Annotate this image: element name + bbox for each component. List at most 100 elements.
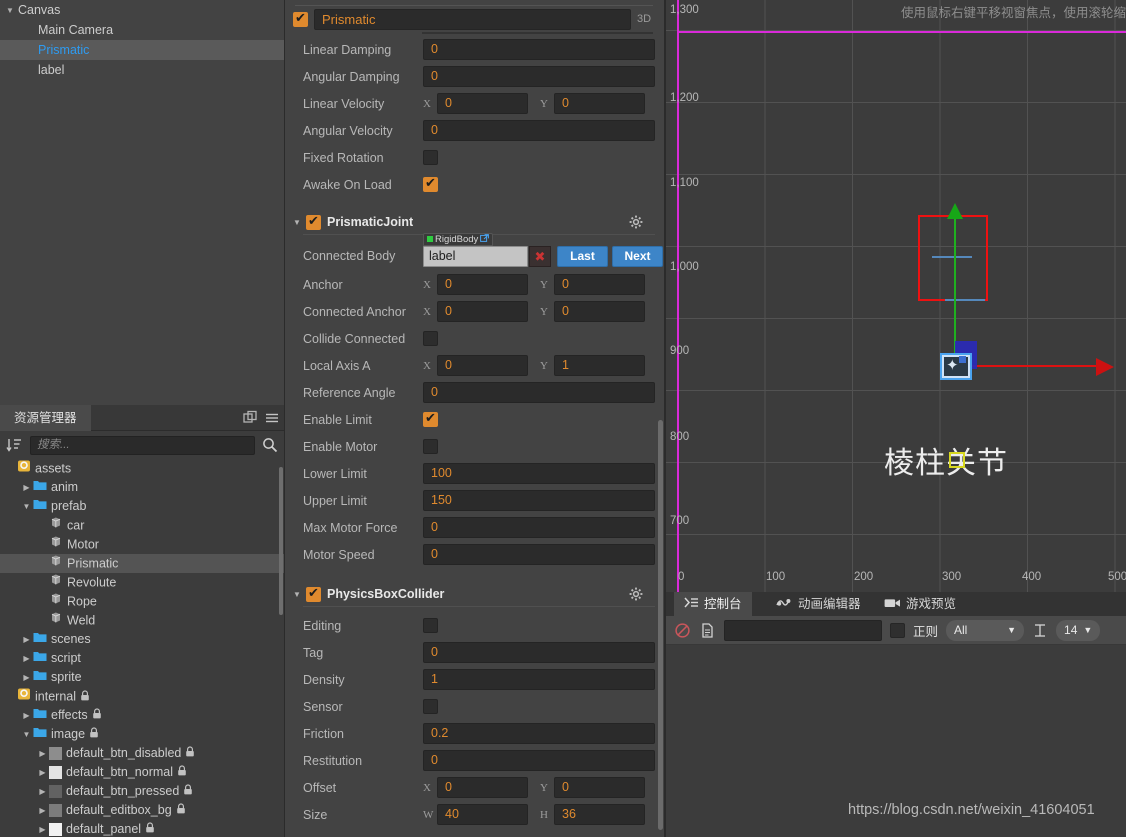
- asset-item[interactable]: ▶ default_editbox_bg: [0, 801, 285, 820]
- tab-camera[interactable]: 游戏预览: [874, 592, 966, 616]
- property-value-input-y[interactable]: 1: [554, 355, 645, 376]
- gear-icon[interactable]: [629, 587, 643, 604]
- property-value-input[interactable]: 1: [423, 669, 655, 690]
- property-value-input[interactable]: 0: [423, 750, 655, 771]
- tree-arrow-icon[interactable]: ▶: [36, 801, 49, 820]
- property-checkbox[interactable]: [423, 618, 438, 633]
- tree-arrow-icon[interactable]: ▶: [36, 763, 49, 782]
- file-icon[interactable]: [699, 622, 716, 639]
- tree-arrow-icon[interactable]: ▼: [20, 497, 33, 516]
- tab-assets-manager[interactable]: 资源管理器: [0, 405, 91, 431]
- hierarchy-item-canvas[interactable]: ▼ Canvas: [0, 0, 285, 20]
- property-checkbox[interactable]: [423, 410, 438, 427]
- node-enabled-checkbox[interactable]: [293, 10, 308, 27]
- tree-arrow-icon[interactable]: ▶: [36, 820, 49, 837]
- tree-arrow-icon[interactable]: ▶: [20, 630, 33, 649]
- asset-item[interactable]: ▶ Weld: [0, 611, 285, 630]
- property-value-input-x[interactable]: 0: [437, 355, 528, 376]
- tree-arrow-icon[interactable]: ▶: [36, 744, 49, 763]
- property-value-input[interactable]: 0: [423, 382, 655, 403]
- property-checkbox[interactable]: [423, 150, 438, 165]
- hierarchy-item-main-camera[interactable]: Main Camera: [0, 20, 285, 40]
- property-value-input[interactable]: 0: [423, 517, 655, 538]
- y-axis-arrow-icon[interactable]: [947, 203, 963, 219]
- property-value-input[interactable]: 0: [423, 120, 655, 141]
- asset-item[interactable]: ▶ scenes: [0, 630, 285, 649]
- hierarchy-item-prismatic[interactable]: Prismatic: [0, 40, 285, 60]
- property-value-input[interactable]: 0: [423, 642, 655, 663]
- console-filter-input[interactable]: [724, 619, 882, 641]
- property-value-input-y[interactable]: 0: [554, 301, 645, 322]
- asset-item[interactable]: ▶ default_panel: [0, 820, 285, 837]
- asset-item[interactable]: ▼ prefab: [0, 497, 285, 516]
- tree-arrow-icon[interactable]: ▼: [20, 725, 33, 744]
- assets-search-input[interactable]: 搜索...: [30, 435, 255, 455]
- property-value-input[interactable]: 150: [423, 490, 655, 511]
- regex-checkbox[interactable]: [890, 622, 905, 638]
- hierarchy-item-label[interactable]: label: [0, 60, 285, 80]
- tree-arrow-icon[interactable]: ▶: [36, 782, 49, 801]
- log-level-select[interactable]: All ▼: [946, 619, 1025, 641]
- property-checkbox[interactable]: [423, 439, 438, 454]
- tab-console[interactable]: 控制台: [674, 592, 752, 616]
- connected-body-next-button[interactable]: Next: [612, 245, 663, 267]
- connected-body-input[interactable]: label: [423, 245, 528, 267]
- asset-item[interactable]: ▶ anim: [0, 478, 285, 497]
- component-header-physics-box-collider[interactable]: ▼ PhysicsBoxCollider: [285, 582, 665, 606]
- asset-item[interactable]: ▶ default_btn_disabled: [0, 744, 285, 763]
- external-link-icon[interactable]: [480, 234, 490, 245]
- property-value-input-x[interactable]: 0: [437, 274, 528, 295]
- chevron-down-icon[interactable]: ▼: [293, 590, 306, 599]
- property-value-input-y[interactable]: 0: [554, 93, 645, 114]
- property-checkbox[interactable]: [423, 175, 438, 192]
- component-header-prismatic-joint[interactable]: ▼ PrismaticJoint: [285, 210, 665, 234]
- inspector-scrollbar[interactable]: [658, 420, 663, 830]
- connected-body-clear-button[interactable]: ✖: [529, 245, 551, 267]
- asset-item[interactable]: ▼ image: [0, 725, 285, 744]
- connected-body-last-button[interactable]: Last: [557, 245, 608, 267]
- x-axis-arrow-icon[interactable]: [1096, 358, 1114, 376]
- sort-icon[interactable]: [6, 436, 24, 454]
- tab-animation[interactable]: 动画编辑器: [766, 592, 871, 616]
- asset-item[interactable]: ▶ assets: [0, 459, 285, 478]
- property-value-input[interactable]: 0: [423, 544, 655, 565]
- assets-scrollbar[interactable]: [279, 467, 283, 615]
- property-checkbox[interactable]: [423, 699, 438, 714]
- asset-item[interactable]: ▶ sprite: [0, 668, 285, 687]
- tree-arrow-icon[interactable]: ▶: [20, 668, 33, 687]
- property-value-input[interactable]: 0.2: [423, 723, 655, 744]
- component-enabled-checkbox[interactable]: [306, 213, 321, 230]
- asset-item[interactable]: ▶ effects: [0, 706, 285, 725]
- panel-copy-icon[interactable]: [242, 410, 258, 426]
- property-value-input-x[interactable]: 0: [437, 301, 528, 322]
- property-value-input-x[interactable]: 0: [437, 777, 528, 798]
- hamburger-menu-icon[interactable]: [264, 410, 280, 426]
- x-axis-gizmo[interactable]: [962, 365, 1102, 367]
- tree-arrow-icon[interactable]: ▶: [20, 706, 33, 725]
- property-value-input[interactable]: 0: [423, 66, 655, 87]
- node-name-input[interactable]: Prismatic: [314, 8, 631, 30]
- asset-item[interactable]: ▶ internal: [0, 687, 285, 706]
- property-checkbox[interactable]: [423, 331, 438, 346]
- component-enabled-checkbox[interactable]: [306, 585, 321, 602]
- property-value-input[interactable]: 0: [423, 39, 655, 60]
- asset-item[interactable]: ▶ script: [0, 649, 285, 668]
- tree-arrow-icon[interactable]: ▶: [20, 478, 33, 497]
- property-value-input[interactable]: 100: [423, 463, 655, 484]
- assets-tree[interactable]: ▶assets▶anim▼prefab▶car▶Motor▶Prismatic▶…: [0, 459, 285, 837]
- asset-item[interactable]: ▶ Rope: [0, 592, 285, 611]
- gizmo-center-handle[interactable]: [959, 356, 966, 363]
- chevron-down-icon[interactable]: ▼: [293, 218, 306, 227]
- asset-item[interactable]: ▶ car: [0, 516, 285, 535]
- property-value-input-y[interactable]: 0: [554, 274, 645, 295]
- property-value-input-y[interactable]: 36: [554, 804, 645, 825]
- search-icon[interactable]: [261, 436, 279, 454]
- asset-item[interactable]: ▶ default_btn_pressed: [0, 782, 285, 801]
- property-value-input-x[interactable]: 0: [437, 93, 528, 114]
- tree-arrow-icon[interactable]: ▶: [20, 649, 33, 668]
- gear-icon[interactable]: [629, 215, 643, 232]
- asset-item[interactable]: ▶ Motor: [0, 535, 285, 554]
- scene-view[interactable]: 1,300 1,200 1,100 1,000 900 800 700 0 100 200 300 4…: [666, 0, 1126, 592]
- clear-block-icon[interactable]: [674, 622, 691, 639]
- property-value-input-y[interactable]: 0: [554, 777, 645, 798]
